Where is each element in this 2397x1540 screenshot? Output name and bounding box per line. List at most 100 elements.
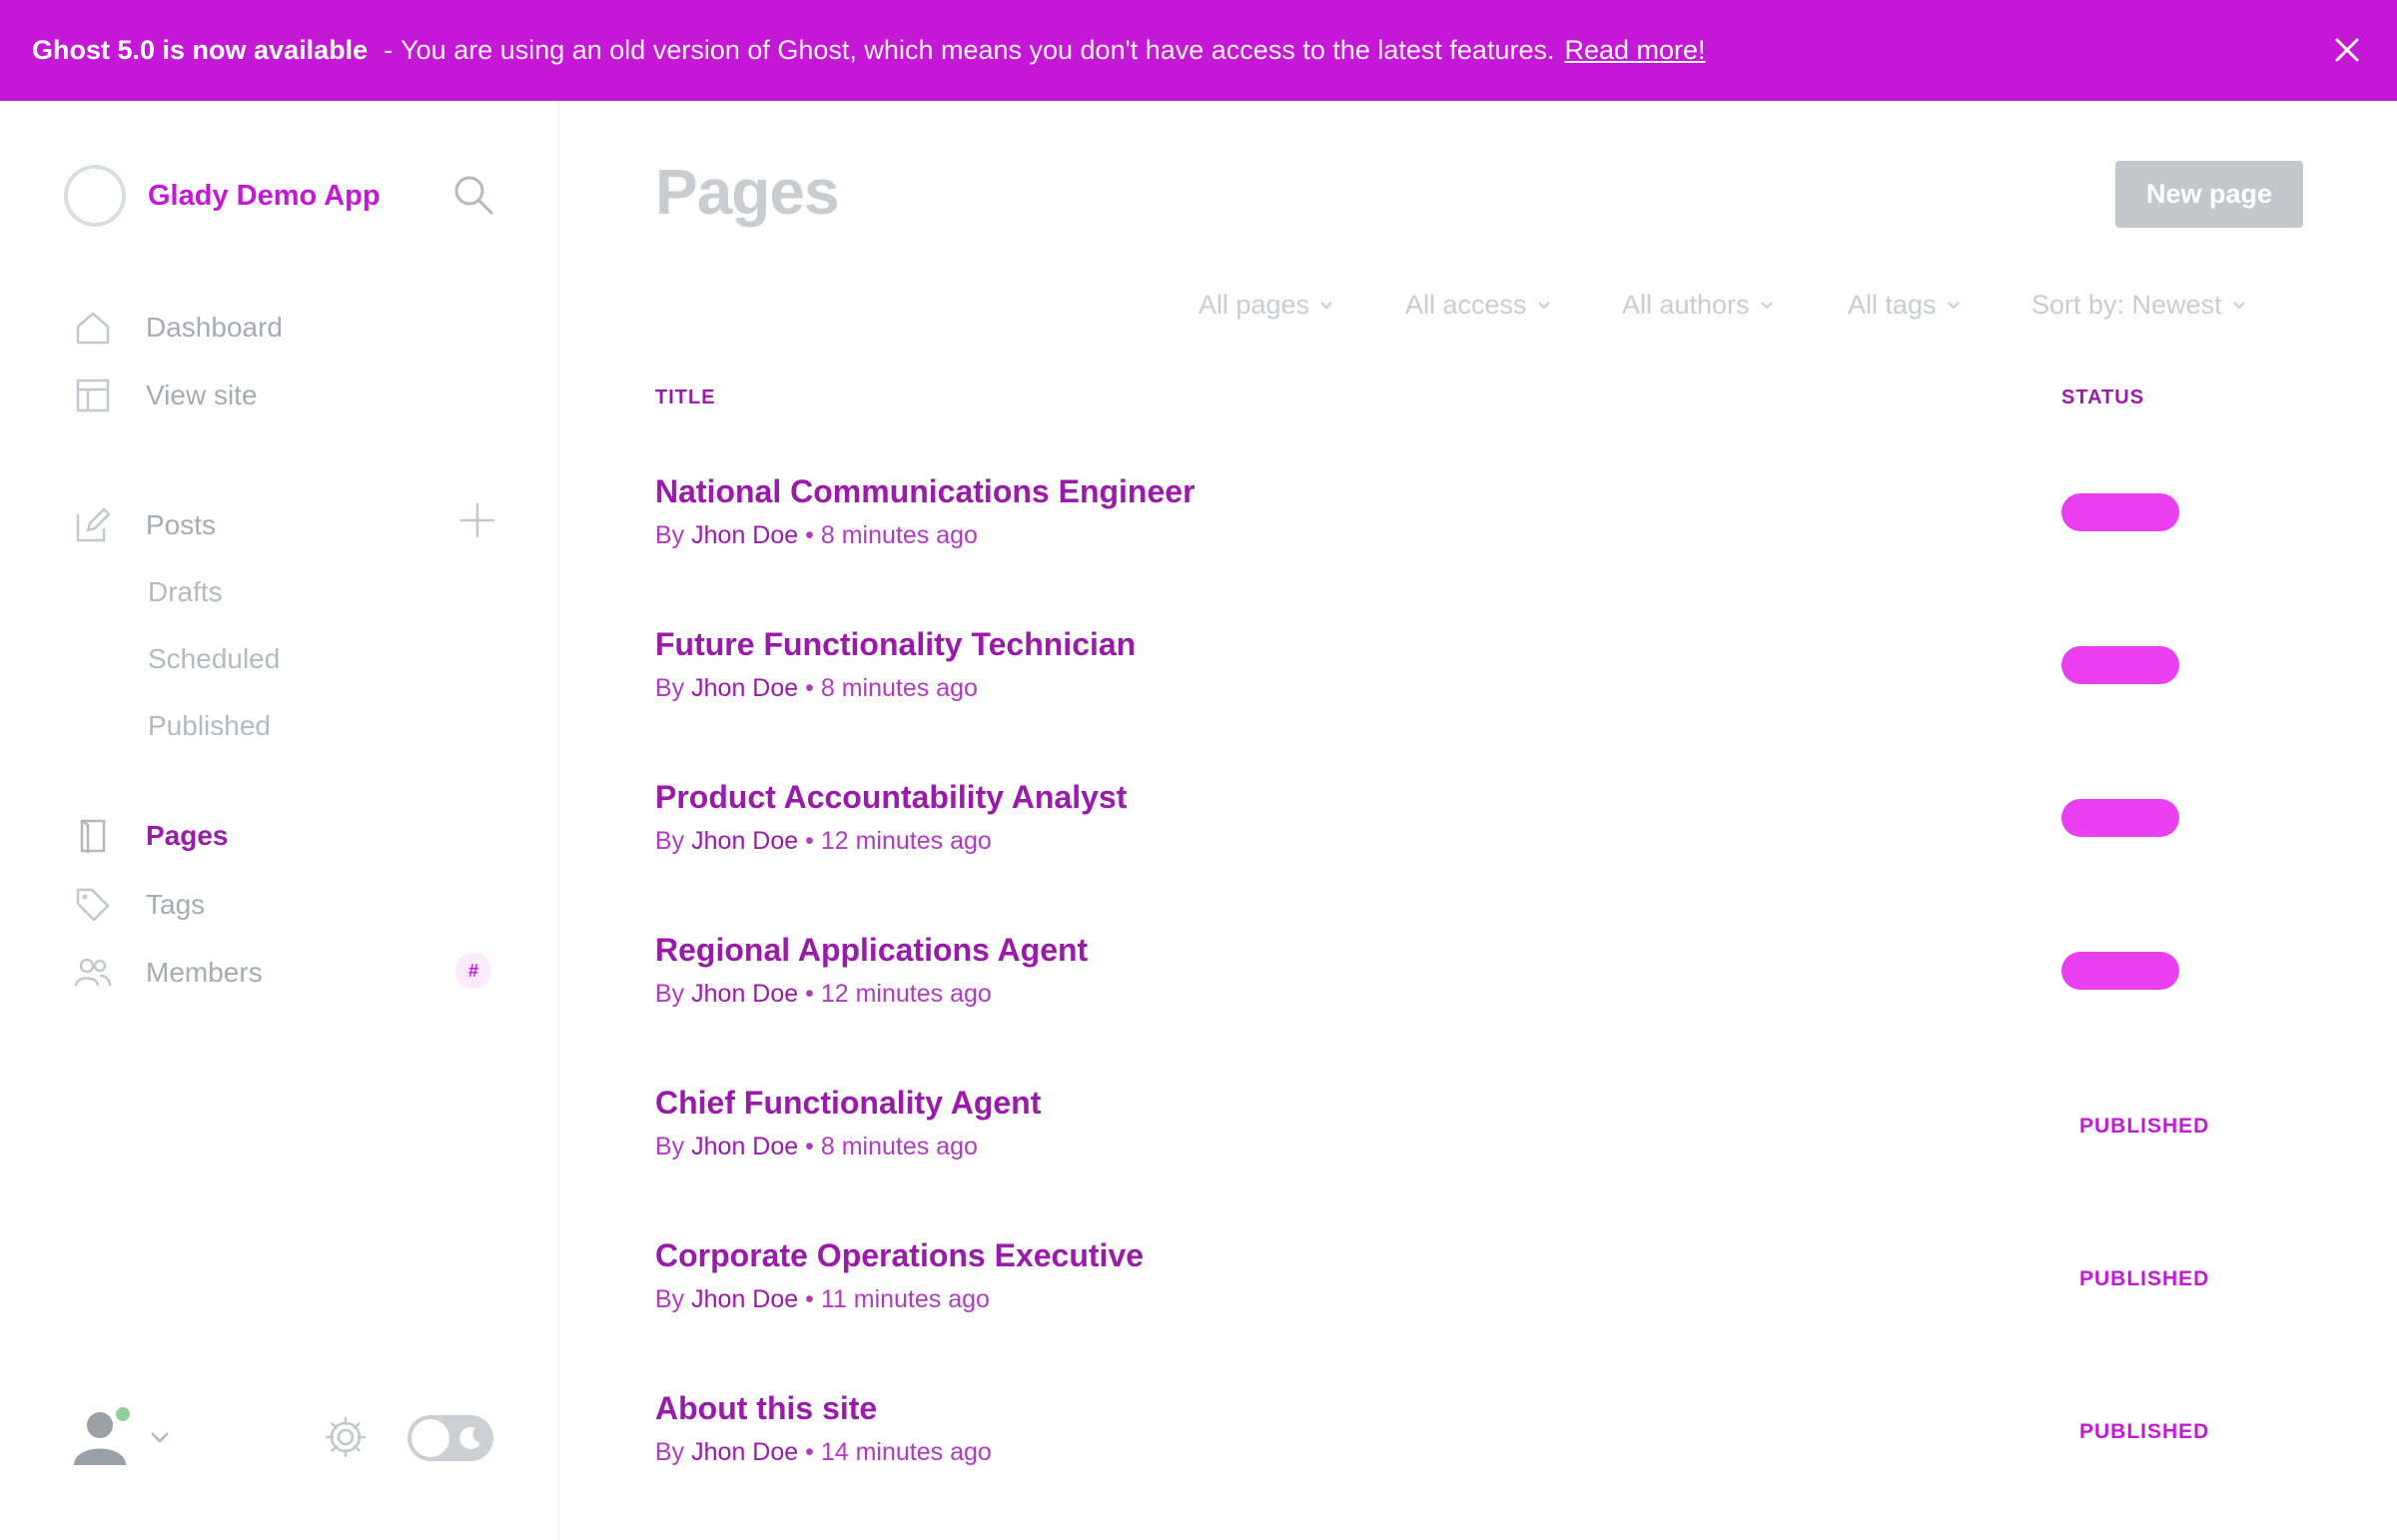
meta-time: 14 minutes ago xyxy=(820,1438,992,1466)
banner-message: You are using an old version of Ghost, w… xyxy=(400,35,1555,65)
row-title[interactable]: Chief Functionality Agent xyxy=(655,1085,1041,1122)
meta-by: By xyxy=(655,1133,685,1160)
banner-read-more-link[interactable]: Read more! xyxy=(1564,35,1705,66)
row-title[interactable]: Product Accountability Analyst xyxy=(655,779,1127,816)
status-badge: DRAFT xyxy=(2061,799,2179,837)
meta-time: 8 minutes ago xyxy=(820,1133,978,1160)
page-title: Pages xyxy=(655,156,840,228)
chevron-down-icon xyxy=(1760,301,1773,309)
table-row[interactable]: Future Functionality Technician By Jhon … xyxy=(655,626,2303,766)
sidebar-item-label: View site xyxy=(146,380,258,410)
sidebar-subitem-drafts[interactable]: Drafts xyxy=(148,576,223,608)
meta-dot: • xyxy=(805,980,814,1008)
brand-name: Glady Demo App xyxy=(148,179,381,212)
filter-bar: All pages All access All authors All tag… xyxy=(0,290,2397,330)
status-label: PUBLISHED xyxy=(2079,1267,2210,1290)
meta-dot: • xyxy=(805,1438,814,1466)
meta-by: By xyxy=(655,521,685,549)
row-title[interactable]: Future Functionality Technician xyxy=(655,626,1136,663)
meta-author: Jhon Doe xyxy=(691,674,799,702)
meta-author: Jhon Doe xyxy=(691,521,799,549)
meta-by: By xyxy=(655,674,685,702)
chevron-down-icon xyxy=(1320,301,1332,309)
banner-separator: - xyxy=(384,35,394,65)
meta-by: By xyxy=(655,827,685,855)
row-title[interactable]: About this site xyxy=(655,1390,877,1427)
sidebar-item-label: Posts xyxy=(146,509,217,540)
meta-author: Jhon Doe xyxy=(691,1438,799,1466)
row-meta: By Jhon Doe • 12 minutes ago xyxy=(655,827,992,856)
sidebar-item-pages[interactable]: Pages xyxy=(74,817,229,855)
update-banner: Ghost 5.0 is now available - You are usi… xyxy=(0,0,2397,101)
table-row[interactable]: Regional Applications Agent By Jhon Doe … xyxy=(655,932,2303,1072)
meta-dot: • xyxy=(805,521,814,549)
pencil-icon xyxy=(76,507,111,542)
sidebar-item-tags[interactable]: Tags xyxy=(74,886,205,924)
meta-dot: • xyxy=(805,1285,814,1313)
chevron-down-icon[interactable] xyxy=(148,1425,172,1449)
table-row[interactable]: National Communications Engineer By Jhon… xyxy=(655,473,2303,613)
row-title[interactable]: National Communications Engineer xyxy=(655,473,1196,510)
sidebar-subitem-scheduled[interactable]: Scheduled xyxy=(148,643,280,675)
sidebar-item-label: Pages xyxy=(146,820,229,851)
table-row[interactable]: Product Accountability Analyst By Jhon D… xyxy=(655,779,2303,919)
members-count-badge: # xyxy=(455,953,491,989)
status-label: PUBLISHED xyxy=(2079,1115,2210,1138)
members-icon xyxy=(74,958,112,987)
table-row[interactable]: Corporate Operations Executive By Jhon D… xyxy=(655,1237,2303,1377)
moon-icon xyxy=(459,1426,480,1449)
filter-label: All pages xyxy=(1198,290,1310,320)
sidebar-item-members[interactable]: Members xyxy=(74,954,263,992)
row-title[interactable]: Regional Applications Agent xyxy=(655,932,1088,969)
filter-label: All authors xyxy=(1622,290,1750,320)
filter-all-pages[interactable]: All pages xyxy=(1198,290,1333,321)
row-meta: By Jhon Doe • 8 minutes ago xyxy=(655,521,978,550)
meta-time: 11 minutes ago xyxy=(820,1285,990,1313)
meta-time: 8 minutes ago xyxy=(820,674,978,702)
online-status-dot xyxy=(114,1405,132,1423)
search-icon[interactable] xyxy=(451,173,495,217)
status-badge: DRAFT xyxy=(2061,646,2179,684)
column-header-title: TITLE xyxy=(655,386,716,408)
meta-author: Jhon Doe xyxy=(691,980,799,1008)
filter-all-authors[interactable]: All authors xyxy=(1622,290,1774,321)
brand[interactable]: Glady Demo App xyxy=(64,165,381,227)
new-page-button[interactable]: New page xyxy=(2115,161,2303,228)
status-badge: DRAFT xyxy=(2061,493,2179,531)
banner-strong: Ghost 5.0 is now available xyxy=(32,35,369,65)
row-meta: By Jhon Doe • 8 minutes ago xyxy=(655,1133,978,1161)
meta-dot: • xyxy=(805,674,814,702)
meta-by: By xyxy=(655,980,685,1008)
filter-all-tags[interactable]: All tags xyxy=(1848,290,1961,321)
brand-logo xyxy=(64,165,126,227)
meta-by: By xyxy=(655,1285,685,1313)
plus-icon[interactable] xyxy=(457,500,497,540)
row-meta: By Jhon Doe • 11 minutes ago xyxy=(655,1285,990,1314)
sidebar-subitem-published[interactable]: Published xyxy=(148,710,271,742)
chevron-down-icon xyxy=(1947,301,1960,309)
dark-mode-toggle[interactable] xyxy=(407,1415,493,1461)
status-label: PUBLISHED xyxy=(2079,1420,2210,1443)
meta-time: 12 minutes ago xyxy=(820,827,992,855)
filter-all-access[interactable]: All access xyxy=(1405,290,1551,321)
meta-author: Jhon Doe xyxy=(691,1133,799,1160)
row-meta: By Jhon Doe • 8 minutes ago xyxy=(655,674,978,703)
filter-sort[interactable]: Sort by: Newest xyxy=(2031,290,2246,321)
sidebar-item-posts[interactable]: Posts xyxy=(74,506,216,544)
table-row[interactable]: About this site By Jhon Doe • 14 minutes… xyxy=(655,1390,2303,1530)
meta-by: By xyxy=(655,1438,685,1466)
meta-dot: • xyxy=(805,827,814,855)
filter-label: Sort by: Newest xyxy=(2031,290,2222,320)
tag-icon xyxy=(76,888,110,922)
gear-icon[interactable] xyxy=(324,1415,368,1459)
sidebar-item-view-site[interactable]: View site xyxy=(74,377,258,414)
layout-icon xyxy=(76,379,110,412)
table-row[interactable]: Chief Functionality Agent By Jhon Doe • … xyxy=(655,1085,2303,1224)
row-title[interactable]: Corporate Operations Executive xyxy=(655,1237,1144,1274)
meta-dot: • xyxy=(805,1133,814,1160)
sidebar-item-label: Tags xyxy=(146,889,206,920)
close-icon[interactable] xyxy=(2327,30,2367,70)
sidebar-item-label: Members xyxy=(146,957,263,988)
column-header-status: STATUS xyxy=(2061,386,2145,408)
meta-time: 12 minutes ago xyxy=(820,980,992,1008)
